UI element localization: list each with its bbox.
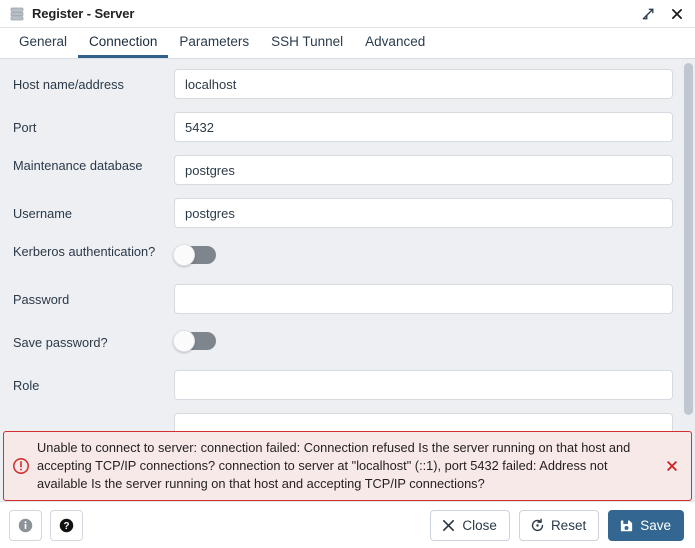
dialog-title: Register - Server bbox=[32, 6, 135, 21]
error-message: Unable to connect to server: connection … bbox=[37, 440, 631, 491]
role-input[interactable] bbox=[174, 370, 673, 400]
label-host-name-address: Host name/address bbox=[13, 77, 124, 92]
close-button[interactable]: Close bbox=[430, 509, 510, 541]
footer-left-actions: ? bbox=[9, 509, 83, 541]
kerberos-toggle-holder bbox=[173, 241, 673, 269]
label-save-password: Save password? bbox=[13, 335, 108, 350]
titlebar-actions bbox=[640, 6, 685, 22]
label-role: Role bbox=[13, 378, 40, 393]
reset-button[interactable]: Reset bbox=[518, 509, 600, 541]
label-password: Password bbox=[13, 292, 70, 307]
question-mark-icon: ? bbox=[59, 518, 74, 532]
footer-right-actions: Close Reset Save bbox=[430, 509, 684, 541]
host-name-address-input[interactable] bbox=[174, 69, 673, 99]
port-input[interactable] bbox=[174, 112, 673, 142]
tab-bar: General Connection Parameters SSH Tunnel… bbox=[0, 28, 695, 59]
svg-text:?: ? bbox=[63, 520, 69, 531]
field-row-role: Role bbox=[0, 370, 695, 400]
info-button[interactable] bbox=[9, 509, 42, 541]
close-icon[interactable] bbox=[669, 6, 685, 22]
save-button-label: Save bbox=[640, 517, 671, 533]
dialog-titlebar: Register - Server bbox=[0, 0, 695, 28]
label-kerberos-authentication: Kerberos authentication? bbox=[13, 244, 156, 259]
error-close-icon[interactable] bbox=[663, 457, 681, 475]
toggle-knob bbox=[173, 244, 195, 266]
register-server-dialog: Register - Server General Connection Par… bbox=[0, 0, 695, 548]
maintenance-database-input[interactable] bbox=[174, 155, 673, 185]
reset-circular-arrow-icon bbox=[531, 518, 544, 531]
help-button[interactable]: ? bbox=[50, 509, 83, 541]
field-row-kerberos-authentication: Kerberos authentication? bbox=[0, 241, 695, 271]
tab-advanced[interactable]: Advanced bbox=[354, 28, 436, 58]
save-floppy-icon bbox=[621, 519, 633, 531]
field-row-maintenance-database: Maintenance database bbox=[0, 155, 695, 185]
close-x-icon bbox=[443, 519, 455, 531]
label-port: Port bbox=[13, 120, 37, 135]
field-row-password: Password bbox=[0, 284, 695, 314]
error-banner: Unable to connect to server: connection … bbox=[3, 431, 692, 501]
field-row-username: Username bbox=[0, 198, 695, 228]
error-circle-icon bbox=[13, 458, 29, 474]
toggle-knob bbox=[173, 330, 195, 352]
dialog-footer: ? Close Reset Save bbox=[0, 501, 695, 548]
save-password-toggle-holder bbox=[173, 327, 673, 355]
close-button-label: Close bbox=[462, 517, 497, 533]
tab-ssh-tunnel[interactable]: SSH Tunnel bbox=[260, 28, 354, 58]
server-icon bbox=[10, 7, 24, 20]
tab-parameters[interactable]: Parameters bbox=[168, 28, 260, 58]
password-input[interactable] bbox=[174, 284, 673, 314]
username-input[interactable] bbox=[174, 198, 673, 228]
label-username: Username bbox=[13, 206, 73, 221]
field-row-port: Port bbox=[0, 112, 695, 142]
tab-general[interactable]: General bbox=[8, 28, 78, 58]
expand-diagonal-icon[interactable] bbox=[640, 6, 656, 22]
save-button[interactable]: Save bbox=[608, 509, 684, 541]
save-password-toggle[interactable] bbox=[173, 330, 216, 352]
label-service bbox=[13, 413, 174, 421]
label-maintenance-database: Maintenance database bbox=[13, 158, 143, 173]
kerberos-authentication-toggle[interactable] bbox=[173, 244, 216, 266]
connection-form: Host name/address Port Maintenance datab… bbox=[0, 59, 695, 501]
field-row-host-name-address: Host name/address bbox=[0, 69, 695, 99]
reset-button-label: Reset bbox=[550, 517, 587, 533]
scrollbar-thumb[interactable] bbox=[684, 63, 693, 415]
info-icon bbox=[18, 518, 33, 532]
tab-connection[interactable]: Connection bbox=[78, 28, 169, 58]
field-row-save-password: Save password? bbox=[0, 327, 695, 357]
